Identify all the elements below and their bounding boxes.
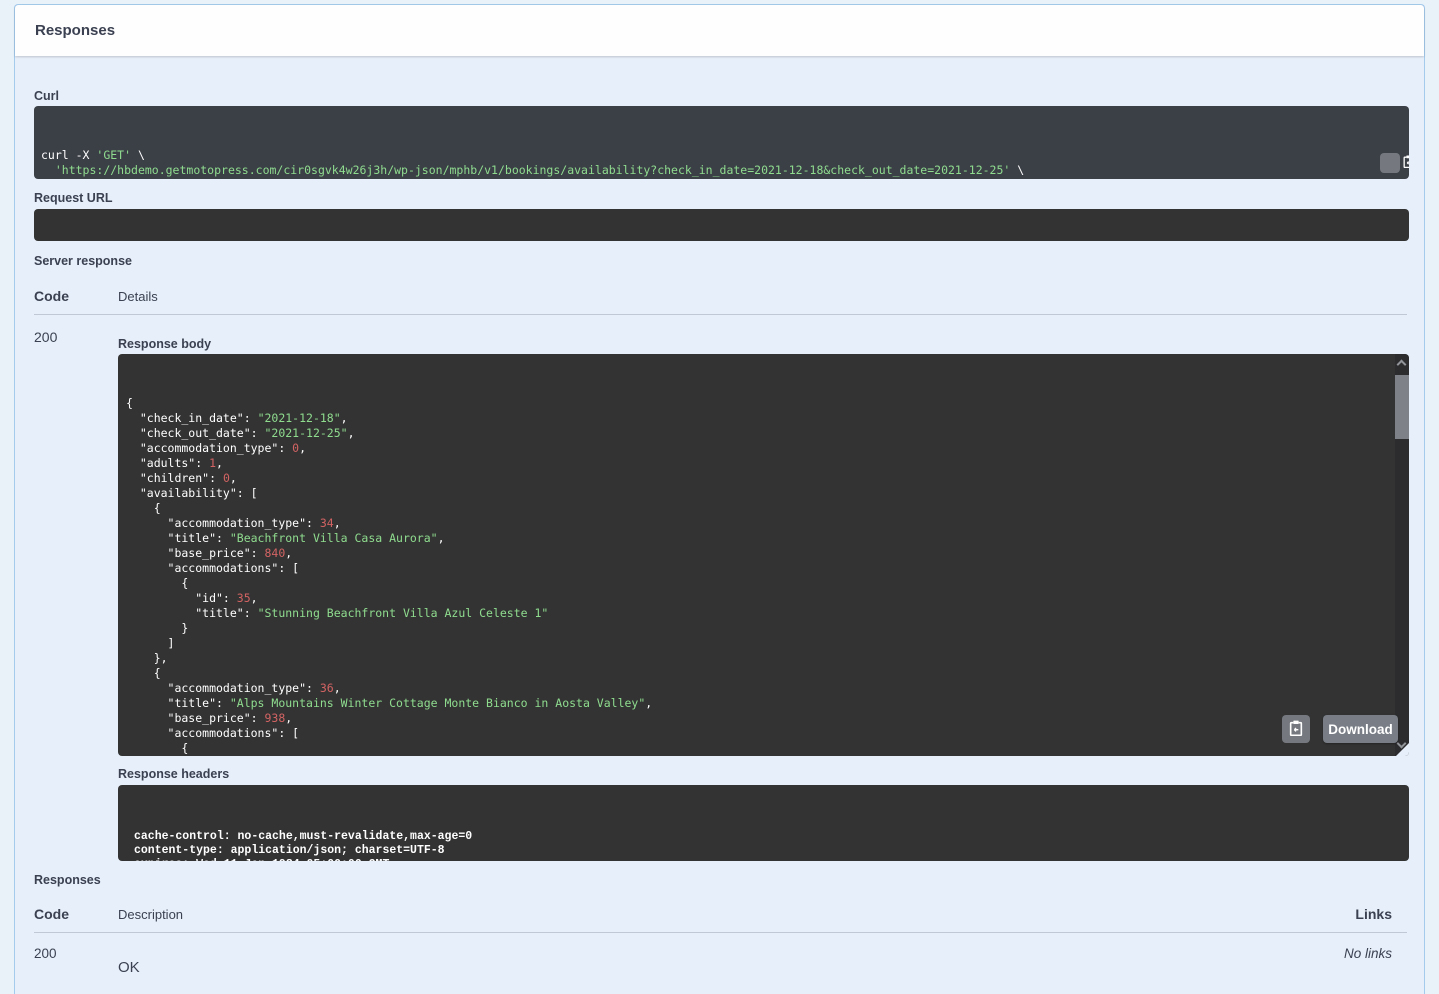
code-line: { <box>126 576 189 590</box>
response-description-cell: OK <box>118 959 140 976</box>
responses-table-label: Responses <box>34 873 101 887</box>
code-line: "base_price": 938, <box>126 711 293 725</box>
code-line: "title": "Stunning Beachfront Villa Azul… <box>126 606 549 620</box>
code-line: { <box>126 666 161 680</box>
responses-code-header: Code <box>34 906 69 922</box>
opblock-container: Responses Curl curl -X 'GET' \ 'https://… <box>14 4 1425 994</box>
code-line: curl -X 'GET' \ <box>41 148 145 162</box>
code-line: "accommodation_type": 0, <box>126 441 307 455</box>
response-body-lines: { "check_in_date": "2021-12-18", "check_… <box>126 396 1389 756</box>
code-line: "accommodation_type": 34, <box>126 516 341 530</box>
code-line: }, <box>126 651 168 665</box>
code-line: cache-control: no-cache,must-revalidate,… <box>134 830 473 843</box>
responses-section-header: Responses <box>15 5 1424 56</box>
code-line: "accommodations": [ <box>126 561 300 575</box>
curl-command: curl -X 'GET' \ 'https://hbdemo.getmotop… <box>34 106 1409 179</box>
code-line: "title": "Alps Mountains Winter Cottage … <box>126 696 653 710</box>
code-line: 'https://hbdemo.getmotopress.com/cir0sgv… <box>54 163 1025 177</box>
responses-links-header: Links <box>1355 906 1392 922</box>
code-line: "check_in_date": "2021-12-18", <box>126 411 348 425</box>
response-headers-lines: cache-control: no-cache,must-revalidate,… <box>134 830 1393 861</box>
clipboard-icon <box>1288 720 1304 739</box>
responses-divider <box>34 932 1407 933</box>
scrollbar-thumb[interactable] <box>1395 375 1409 439</box>
code-line: "check_out_date": "2021-12-25", <box>126 426 355 440</box>
server-response-label: Server response <box>34 254 132 268</box>
server-response-code-value: 200 <box>34 329 58 345</box>
responses-description-header: Description <box>118 907 184 922</box>
code-line: expires: Wed,11 Jan 1984 05:00:00 GMT <box>134 858 1393 861</box>
copy-curl-button[interactable] <box>1380 153 1409 173</box>
response-body: { "check_in_date": "2021-12-18", "check_… <box>118 354 1409 756</box>
code-line: "children": 0, <box>126 471 237 485</box>
code-line: "id": 35, <box>126 591 258 605</box>
response-body-label: Response body <box>118 337 212 351</box>
copy-response-button[interactable] <box>1282 715 1310 743</box>
code-line: -H 'accept: application/json' \ <box>41 178 1402 179</box>
code-line: "title": "Beachfront Villa Casa Aurora", <box>126 531 445 545</box>
download-button[interactable]: Download <box>1323 715 1398 743</box>
response-links-cell: No links <box>1343 946 1392 961</box>
code-line: "accommodation_type": 36, <box>126 681 341 695</box>
chevron-up-icon[interactable] <box>1396 359 1407 370</box>
section-title: Responses <box>35 22 116 39</box>
response-headers: cache-control: no-cache,must-revalidate,… <box>118 785 1409 861</box>
server-response-divider <box>34 314 1407 315</box>
api-responses-page: Responses Curl curl -X 'GET' \ 'https://… <box>0 0 1439 994</box>
code-line: } <box>126 621 189 635</box>
code-line: { <box>126 396 133 410</box>
request-url-label: Request URL <box>34 191 113 205</box>
response-body-scrollbar[interactable] <box>1395 354 1409 756</box>
server-response-code-header: Code <box>34 288 69 304</box>
code-line: { <box>126 741 189 755</box>
code-line: { <box>126 501 161 515</box>
request-url-block: https://hbdemo.getmotopress.com/cir0sgvk… <box>34 209 1409 241</box>
curl-label: Curl <box>34 89 59 103</box>
code-line: "adults": 1, <box>126 456 223 470</box>
response-code-cell: 200 <box>34 946 57 961</box>
code-line: "base_price": 840, <box>126 546 293 560</box>
code-line: ] <box>126 636 175 650</box>
response-headers-label: Response headers <box>118 767 230 781</box>
code-line: "availability": [ <box>126 486 258 500</box>
code-line: content-type: application/json; charset=… <box>134 844 445 857</box>
resize-grip[interactable] <box>1396 743 1409 756</box>
clipboard-icon <box>1365 140 1409 179</box>
code-line: "accommodations": [ <box>126 726 300 740</box>
server-response-details-header: Details <box>118 289 158 304</box>
curl-command-lines: curl -X 'GET' \ 'https://hbdemo.getmotop… <box>41 148 1402 179</box>
